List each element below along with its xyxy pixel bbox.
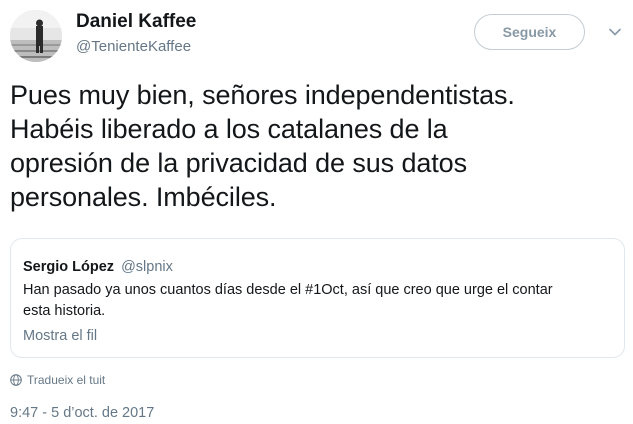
quoted-tweet-text: Han pasado ya unos cuantos días desde el… (23, 280, 613, 322)
show-thread-link[interactable]: Mostra el fil (23, 328, 97, 344)
tweet-text: Pues muy bien, señores independentistas.… (10, 78, 625, 214)
tweet-text-line: opresión de la privacidad de sus datos (10, 148, 467, 178)
quoted-author-handle: @slpnix (121, 259, 173, 275)
follow-button[interactable]: Segueix (474, 14, 585, 50)
translate-tweet-link[interactable]: Tradueix el tuit (10, 373, 105, 387)
translate-label: Tradueix el tuit (27, 373, 106, 387)
tweet-card: Daniel Kaffee @TenienteKaffee Segueix Pu… (0, 0, 633, 424)
quoted-text-line: esta historia. (23, 303, 106, 319)
tweet-text-line: Pues muy bien, señores independentistas. (10, 80, 515, 110)
avatar-image (10, 10, 62, 62)
quoted-tweet[interactable]: Sergio López @slpnix Han pasado ya unos … (10, 238, 625, 358)
globe-icon (10, 374, 22, 386)
tweet-text-line: Habéis liberado a los catalanes de la (10, 114, 448, 144)
author-name[interactable]: Daniel Kaffee (76, 11, 196, 33)
quoted-author-name: Sergio López (23, 259, 115, 275)
quoted-text-line: Han pasado ya unos cuantos días desde el… (23, 282, 553, 298)
quoted-tweet-header: Sergio López @slpnix (23, 259, 173, 275)
tweet-timestamp[interactable]: 9:47 - 5 d’oct. de 2017 (10, 405, 154, 421)
chevron-down-icon[interactable] (607, 24, 623, 40)
author-handle[interactable]: @TenienteKaffee (76, 38, 191, 55)
avatar[interactable] (10, 10, 62, 62)
tweet-text-line: personales. Imbéciles. (10, 182, 277, 212)
